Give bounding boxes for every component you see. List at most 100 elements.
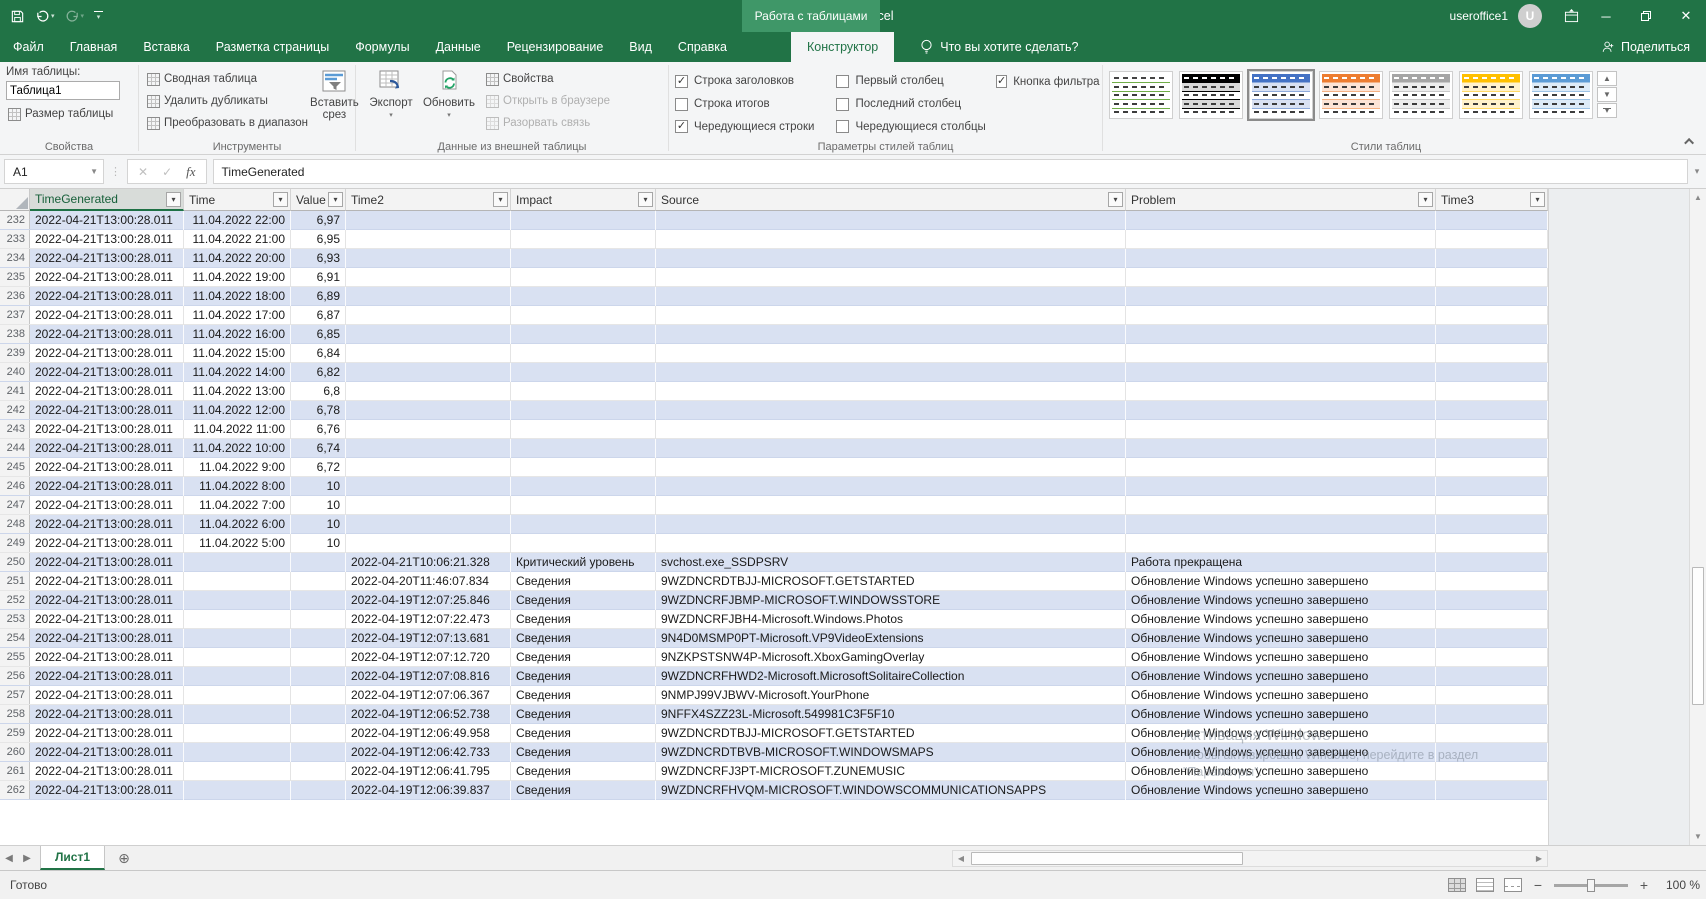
cell[interactable] bbox=[511, 515, 656, 534]
avatar[interactable]: U bbox=[1518, 4, 1542, 28]
cell[interactable]: 6,87 bbox=[291, 306, 346, 325]
cell[interactable] bbox=[511, 306, 656, 325]
cell[interactable]: Сведения bbox=[511, 724, 656, 743]
enter-icon[interactable]: ✓ bbox=[162, 165, 172, 179]
cell[interactable]: 2022-04-21T13:00:28.011 bbox=[30, 230, 184, 249]
cell[interactable]: 10 bbox=[291, 496, 346, 515]
cell[interactable]: 2022-04-21T13:00:28.011 bbox=[30, 572, 184, 591]
cell[interactable] bbox=[1126, 420, 1436, 439]
cell[interactable] bbox=[291, 572, 346, 591]
filter-button-Time3[interactable]: ▾ bbox=[1530, 192, 1545, 207]
cell[interactable] bbox=[346, 515, 511, 534]
cell[interactable] bbox=[511, 325, 656, 344]
cell[interactable] bbox=[346, 230, 511, 249]
filter-button-Problem[interactable]: ▾ bbox=[1418, 192, 1433, 207]
cell[interactable]: Обновление Windows успешно завершено bbox=[1126, 667, 1436, 686]
cell[interactable]: Обновление Windows успешно завершено bbox=[1126, 724, 1436, 743]
column-header-Time2[interactable]: Time2▾ bbox=[346, 189, 511, 211]
zoom-out-button[interactable]: − bbox=[1532, 877, 1544, 893]
style-option-checkbox-6[interactable]: ✓Кнопка фильтра bbox=[996, 70, 1096, 93]
cell[interactable]: 2022-04-21T13:00:28.011 bbox=[30, 534, 184, 553]
cell[interactable]: 2022-04-21T13:00:28.011 bbox=[30, 781, 184, 800]
cell[interactable] bbox=[184, 743, 291, 762]
cell[interactable] bbox=[291, 610, 346, 629]
cell[interactable]: Обновление Windows успешно завершено bbox=[1126, 743, 1436, 762]
row-number[interactable]: 261 bbox=[0, 762, 30, 780]
cell[interactable] bbox=[511, 420, 656, 439]
cell[interactable] bbox=[1436, 287, 1548, 306]
table-name-input[interactable] bbox=[6, 81, 120, 100]
cell[interactable]: Сведения bbox=[511, 705, 656, 724]
cell[interactable] bbox=[291, 629, 346, 648]
cell[interactable]: Сведения bbox=[511, 762, 656, 781]
column-header-TimeGenerated[interactable]: TimeGenerated▾ bbox=[30, 189, 184, 211]
save-button[interactable] bbox=[10, 9, 25, 24]
table-style-swatch-1[interactable] bbox=[1109, 71, 1173, 119]
cell[interactable]: Сведения bbox=[511, 743, 656, 762]
cell[interactable]: 11.04.2022 20:00 bbox=[184, 249, 291, 268]
cell[interactable]: 2022-04-21T13:00:28.011 bbox=[30, 667, 184, 686]
cell[interactable] bbox=[1436, 686, 1548, 705]
cell[interactable] bbox=[346, 420, 511, 439]
cell[interactable] bbox=[511, 344, 656, 363]
cell[interactable]: 6,97 bbox=[291, 211, 346, 230]
row-number[interactable]: 238 bbox=[0, 325, 30, 343]
cell[interactable] bbox=[1436, 629, 1548, 648]
cell[interactable] bbox=[291, 781, 346, 800]
row-number[interactable]: 242 bbox=[0, 401, 30, 419]
style-option-checkbox-5[interactable]: Чередующиеся столбцы bbox=[836, 115, 996, 138]
cell[interactable] bbox=[346, 363, 511, 382]
cell[interactable]: 10 bbox=[291, 515, 346, 534]
name-box[interactable]: A1 ▼ bbox=[4, 159, 104, 184]
row-number[interactable]: 237 bbox=[0, 306, 30, 324]
style-option-checkbox-2[interactable]: ✓Чередующиеся строки bbox=[675, 115, 836, 138]
cell[interactable] bbox=[1436, 743, 1548, 762]
cell[interactable] bbox=[656, 496, 1126, 515]
cell[interactable] bbox=[656, 306, 1126, 325]
cell[interactable] bbox=[346, 477, 511, 496]
cell[interactable] bbox=[346, 344, 511, 363]
hscroll-right-arrow[interactable]: ▶ bbox=[1531, 851, 1547, 866]
row-number[interactable]: 250 bbox=[0, 553, 30, 571]
cell[interactable]: 6,78 bbox=[291, 401, 346, 420]
cell[interactable]: Обновление Windows успешно завершено bbox=[1126, 572, 1436, 591]
cell[interactable] bbox=[656, 287, 1126, 306]
cell[interactable] bbox=[656, 458, 1126, 477]
horizontal-scroll-thumb[interactable] bbox=[971, 852, 1243, 865]
horizontal-scrollbar[interactable]: ◀ ▶ bbox=[952, 850, 1548, 867]
cell[interactable]: 11.04.2022 15:00 bbox=[184, 344, 291, 363]
gallery-down-button[interactable]: ▼ bbox=[1597, 87, 1617, 102]
filter-button-Value[interactable]: ▾ bbox=[328, 192, 343, 207]
cell[interactable]: 6,93 bbox=[291, 249, 346, 268]
name-box-dropdown-icon[interactable]: ▼ bbox=[90, 167, 98, 176]
cell[interactable] bbox=[1436, 591, 1548, 610]
gallery-more-button[interactable]: ▾ bbox=[1597, 103, 1617, 118]
cell[interactable] bbox=[511, 534, 656, 553]
menu-tab-4[interactable]: Данные bbox=[423, 32, 494, 62]
cell[interactable]: 9N4D0MSMP0PT-Microsoft.VP9VideoExtension… bbox=[656, 629, 1126, 648]
cell[interactable] bbox=[656, 401, 1126, 420]
cell[interactable] bbox=[1436, 648, 1548, 667]
cell[interactable] bbox=[184, 724, 291, 743]
cell[interactable] bbox=[1436, 439, 1548, 458]
cell[interactable] bbox=[1126, 534, 1436, 553]
cell[interactable]: 2022-04-19T12:06:42.733 bbox=[346, 743, 511, 762]
cell[interactable]: 9WZDNCRFHWD2-Microsoft.MicrosoftSolitair… bbox=[656, 667, 1126, 686]
cell[interactable]: 2022-04-21T10:06:21.328 bbox=[346, 553, 511, 572]
row-number[interactable]: 233 bbox=[0, 230, 30, 248]
cell[interactable] bbox=[184, 705, 291, 724]
cell[interactable]: 2022-04-21T13:00:28.011 bbox=[30, 458, 184, 477]
cell[interactable] bbox=[1436, 363, 1548, 382]
cell[interactable] bbox=[1126, 458, 1436, 477]
cell[interactable]: 2022-04-21T13:00:28.011 bbox=[30, 762, 184, 781]
new-sheet-button[interactable]: ⊕ bbox=[113, 847, 135, 869]
cell[interactable] bbox=[656, 515, 1126, 534]
cell[interactable] bbox=[1436, 306, 1548, 325]
column-header-Impact[interactable]: Impact▾ bbox=[511, 189, 656, 211]
cell[interactable] bbox=[291, 686, 346, 705]
table-style-swatch-3[interactable] bbox=[1249, 71, 1313, 119]
cell[interactable]: 2022-04-21T13:00:28.011 bbox=[30, 591, 184, 610]
cell[interactable] bbox=[656, 268, 1126, 287]
cell[interactable] bbox=[291, 724, 346, 743]
cell[interactable] bbox=[291, 648, 346, 667]
